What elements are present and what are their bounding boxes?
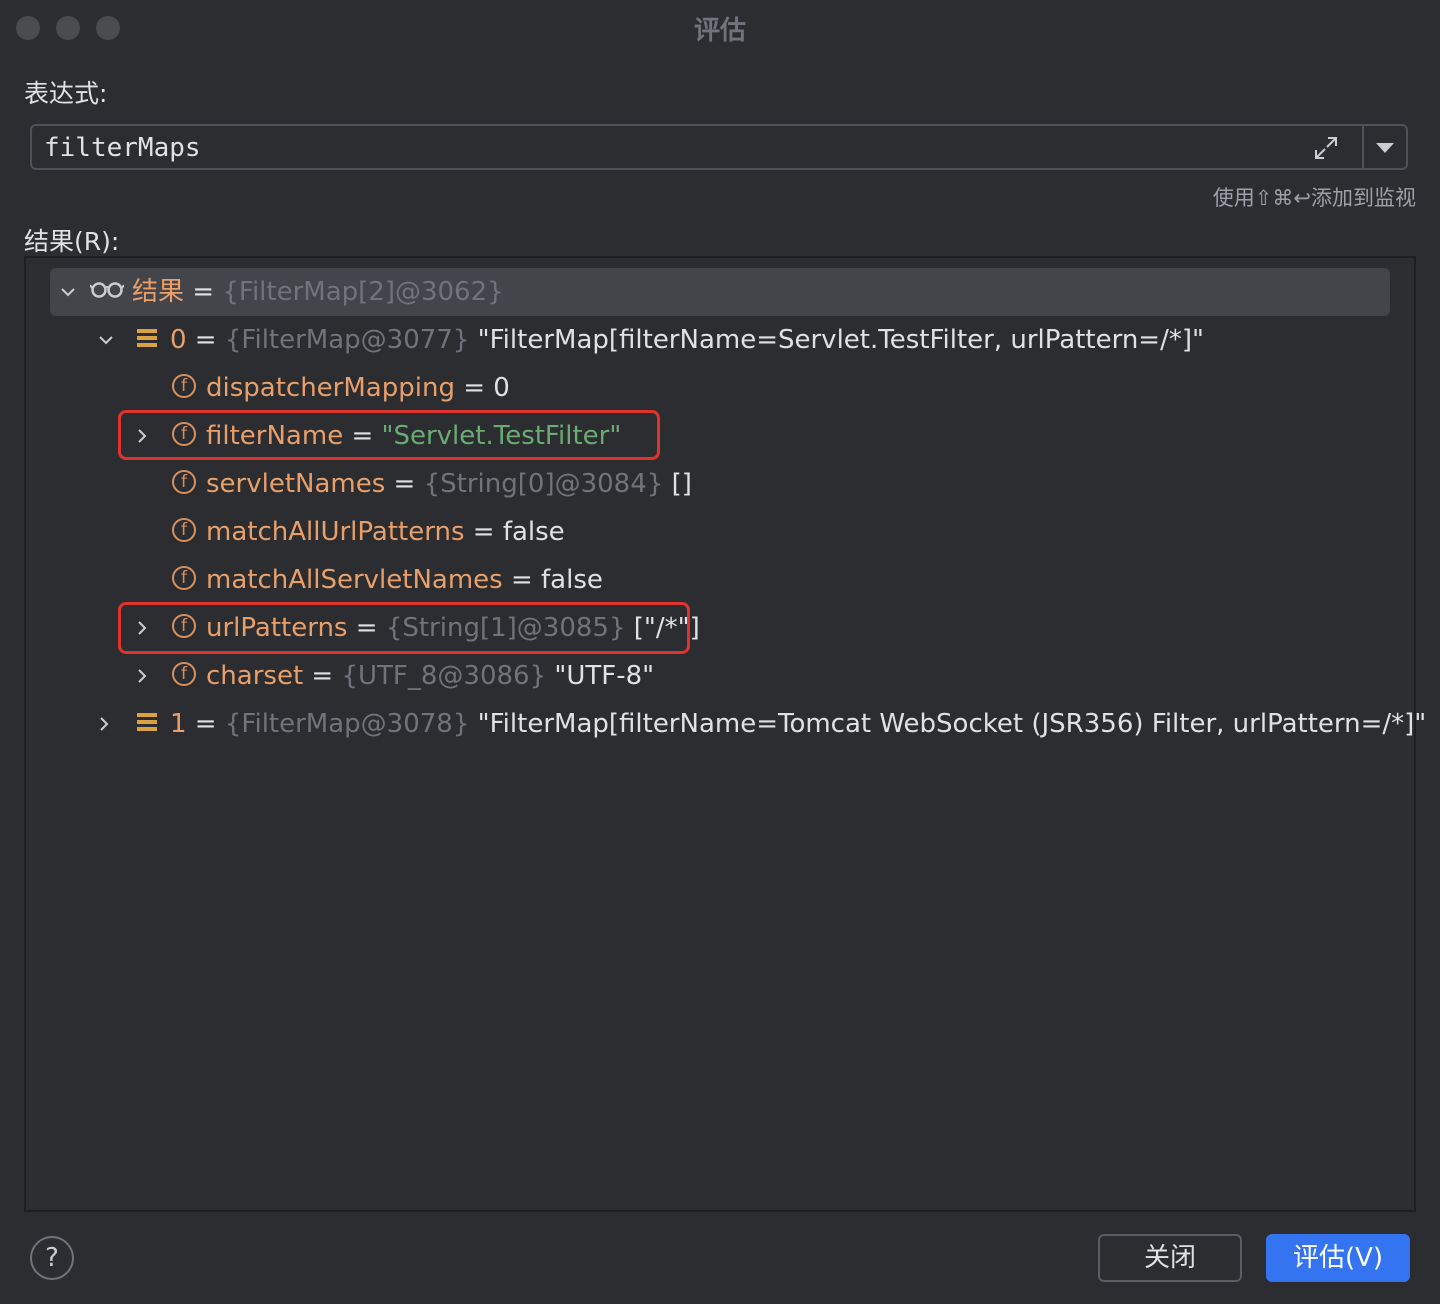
field-icon: f — [172, 661, 196, 686]
node-type: {UTF_8@3086} — [341, 661, 547, 691]
array-element-icon — [137, 712, 157, 731]
dropdown-separator — [1362, 126, 1364, 168]
expand-icon[interactable] — [1312, 134, 1340, 162]
node-name: matchAllServletNames — [206, 565, 503, 595]
tree-row-matchAllServletNames[interactable]: f matchAllServletNames = false — [26, 556, 1414, 604]
result-tree[interactable]: 结果 = {FilterMap[2]@3062} 0 = {FilterMap@… — [24, 256, 1426, 1212]
node-name: servletNames — [206, 469, 386, 499]
node-name: matchAllUrlPatterns — [206, 517, 465, 547]
field-icon: f — [172, 565, 196, 590]
expression-label: 表达式: — [24, 79, 108, 108]
node-value: [] — [663, 469, 692, 499]
highlight-box-filterName — [118, 410, 660, 460]
node-type: {FilterMap@3078} — [224, 709, 470, 739]
help-button[interactable]: ? — [30, 1236, 74, 1280]
chevron-down-icon[interactable] — [56, 268, 80, 316]
highlight-box-urlPatterns — [118, 602, 690, 654]
node-name: 0 — [170, 325, 187, 355]
tree-row-item-0[interactable]: 0 = {FilterMap@3077} "FilterMap[filterNa… — [26, 316, 1414, 364]
expression-value[interactable]: filterMaps — [44, 133, 201, 163]
node-name: 结果 — [132, 277, 185, 307]
tree-row-root[interactable]: 结果 = {FilterMap[2]@3062} — [50, 268, 1390, 316]
node-value: 0 — [493, 373, 510, 403]
tree-row-dispatcherMapping[interactable]: f dispatcherMapping = 0 — [26, 364, 1414, 412]
chevron-down-icon[interactable] — [94, 316, 118, 364]
field-icon: f — [172, 469, 196, 494]
tree-row-servletNames[interactable]: f servletNames = {String[0]@3084} [] — [26, 460, 1414, 508]
evaluate-button[interactable]: 评估(V) — [1266, 1234, 1410, 1282]
window-title: 评估 — [693, 16, 746, 46]
node-name: 1 — [170, 709, 187, 739]
expression-input[interactable]: filterMaps — [30, 124, 1408, 170]
result-label: 结果(R): — [24, 227, 120, 256]
field-icon: f — [172, 373, 196, 398]
node-name: dispatcherMapping — [206, 373, 455, 403]
node-type: {FilterMap[2]@3062} — [222, 277, 504, 307]
title-bar: 评估 — [0, 0, 1440, 54]
tree-row-matchAllUrlPatterns[interactable]: f matchAllUrlPatterns = false — [26, 508, 1414, 556]
node-value: false — [502, 517, 565, 547]
node-type: {FilterMap@3077} — [224, 325, 470, 355]
add-to-watch-hint: 使用⇧⌘↩添加到监视 — [1212, 186, 1416, 210]
field-icon: f — [172, 517, 196, 542]
node-value: "FilterMap[filterName=Tomcat WebSocket (… — [469, 709, 1427, 739]
history-dropdown-icon[interactable] — [1376, 143, 1394, 153]
node-type: {String[0]@3084} — [423, 469, 664, 499]
evaluate-dialog: 评估 表达式: filterMaps 使用⇧⌘↩添加到监视 结果(R): 结果 … — [0, 0, 1440, 1304]
node-value: "FilterMap[filterName=Servlet.TestFilter… — [469, 325, 1204, 355]
node-value: false — [541, 565, 603, 595]
close-button[interactable]: 关闭 — [1098, 1234, 1242, 1282]
array-element-icon — [137, 328, 157, 347]
watch-glasses-icon — [90, 281, 124, 298]
tree-row-item-1[interactable]: 1 = {FilterMap@3078} "FilterMap[filterNa… — [26, 700, 1426, 748]
chevron-right-icon[interactable] — [92, 700, 116, 748]
node-name: charset — [206, 661, 304, 691]
node-value: "UTF-8" — [546, 661, 655, 691]
tree-row-charset[interactable]: f charset = {UTF_8@3086} "UTF-8" — [26, 652, 1414, 700]
chevron-right-icon[interactable] — [130, 652, 154, 700]
